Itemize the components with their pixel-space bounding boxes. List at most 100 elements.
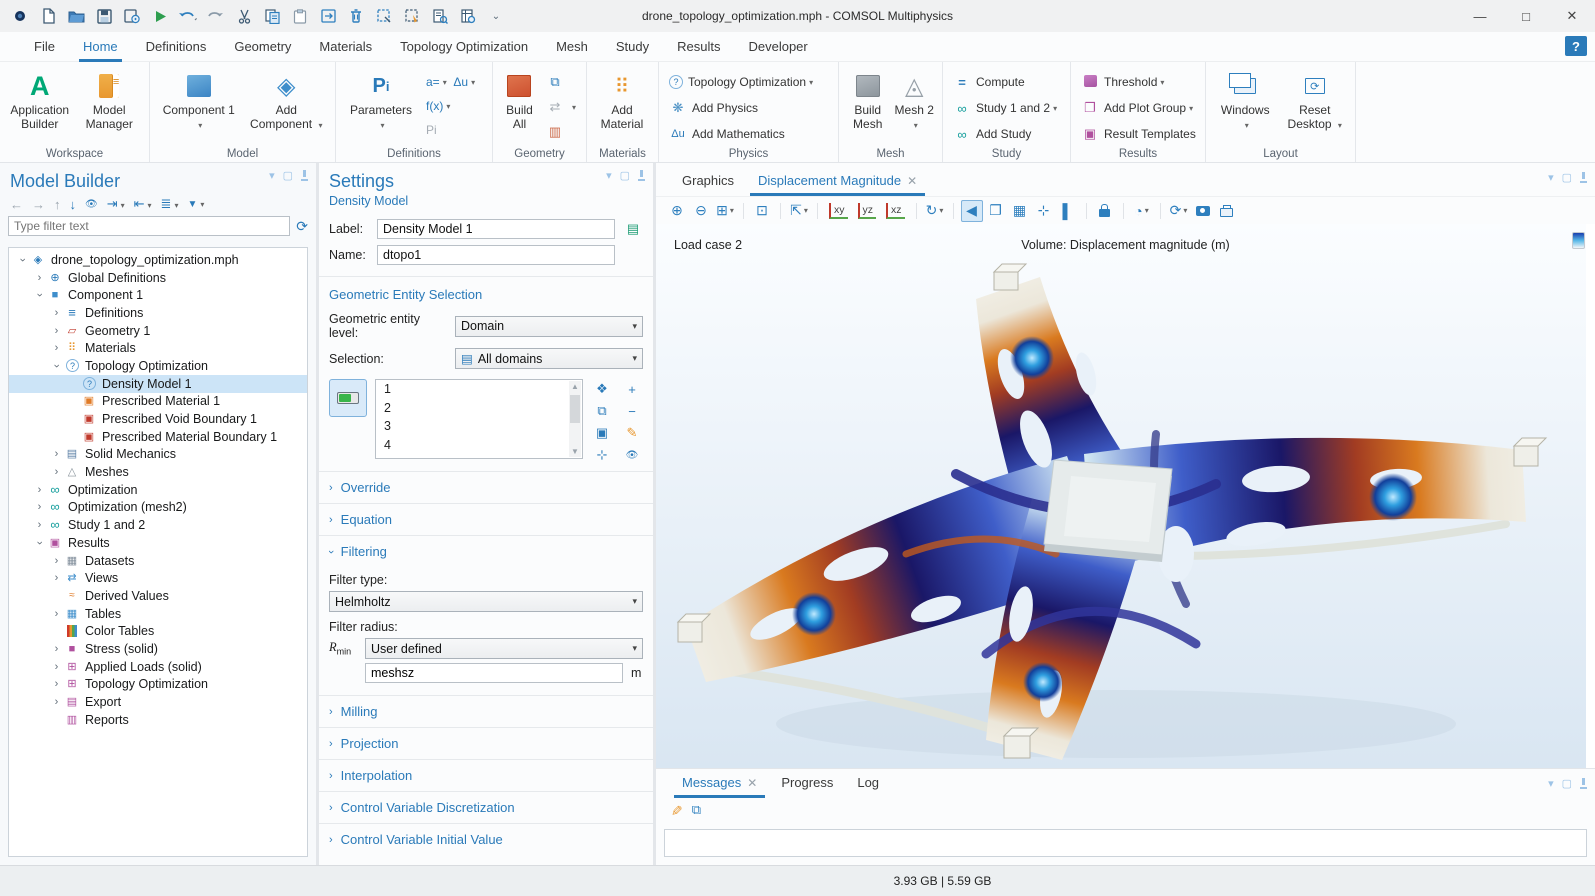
help-button[interactable]: ? [1565,36,1587,56]
paste-selection-button[interactable]: ▣ [591,423,613,443]
section-projection[interactable]: ›Projection [319,727,653,759]
tree-item[interactable]: ›?Topology Optimization [9,357,307,375]
snapshot-button[interactable] [1192,200,1214,222]
zoom-out-button[interactable]: ⊖ [690,200,712,222]
view-xz-button[interactable]: xz [882,200,909,222]
physics-interface-button[interactable]: ?Topology Optimization▾ [665,70,817,94]
active-selection-toggle[interactable] [329,379,367,417]
insert-sequence-button[interactable]: ⧉ [542,70,580,94]
maximize-button[interactable]: □ [1503,0,1549,32]
section-interpolation[interactable]: ›Interpolation [319,759,653,791]
redo-button[interactable] [204,4,228,28]
panel-menu-icon[interactable]: ▾ [1548,171,1554,184]
panel-menu-icon[interactable]: ▾ [269,169,275,182]
tree-item[interactable]: ›⊞Topology Optimization [9,676,307,694]
zoom-in-button[interactable]: ⊕ [666,200,688,222]
expand-icon[interactable]: › [49,661,64,673]
paste-button[interactable] [288,4,312,28]
open-file-button[interactable] [64,4,88,28]
update-plot-button[interactable]: ⟳▾ [1168,200,1190,222]
expand-icon[interactable]: › [49,325,64,337]
copy-selection-button[interactable]: ⧉ [591,401,613,421]
result-templates-button[interactable]: ▣Result Templates [1077,122,1200,146]
tree-item[interactable]: ›⠿Materials [9,339,307,357]
model-manager-button[interactable]: Model Manager [76,66,144,132]
run-button[interactable] [148,4,172,28]
toolbar-overflow-button[interactable]: ⌄ [484,4,508,28]
tree-item[interactable]: ›▱Geometry 1 [9,322,307,340]
menu-geometry[interactable]: Geometry [220,32,305,62]
tree-item[interactable]: ›∞Study 1 and 2 [9,516,307,534]
menu-home[interactable]: Home [69,32,132,62]
geometric-entity-selection-header[interactable]: Geometric Entity Selection [319,276,653,308]
update-geometry-button[interactable]: ⇄▾ [542,95,580,119]
add-material-button[interactable]: ⠿ Add Material [593,66,651,132]
tree-item[interactable]: ›▤Export [9,693,307,711]
add-component-button[interactable]: ◈ Add Component ▾ [249,66,323,132]
collapse-icon[interactable]: › [17,252,29,267]
menu-developer[interactable]: Developer [734,32,821,62]
tree-item[interactable]: ▣Prescribed Void Boundary 1 [9,410,307,428]
show-axes-button[interactable]: ⊹ [1033,200,1055,222]
select-box-button[interactable] [372,4,396,28]
messages-output[interactable] [664,829,1587,857]
copy-messages-button[interactable]: ⧉ [692,802,701,818]
model-tree-nodes-button[interactable]: ≣▾ [161,196,179,212]
expand-icon[interactable]: › [49,466,64,478]
wireframe-button[interactable]: ▦ [1009,200,1031,222]
domain-list-item[interactable]: 1 [384,382,568,401]
tab-messages[interactable]: Messages✕ [672,769,767,798]
component-1-button[interactable]: Component 1 ▾ [162,66,236,132]
clear-messages-button[interactable]: ✎ [667,804,684,816]
label-input[interactable] [377,219,615,239]
expand-icon[interactable]: › [32,484,47,496]
remove-from-selection-button[interactable]: − [621,401,643,421]
tree-item[interactable]: ▣Prescribed Material 1 [9,393,307,411]
view-xy-button[interactable]: xy [825,200,852,222]
domain-list-item[interactable]: 2 [384,401,568,420]
close-tab-icon[interactable]: ✕ [907,174,917,188]
tree-item[interactable]: ›▦Tables [9,605,307,623]
tree-item[interactable]: ›▣Results [9,534,307,552]
undo-button[interactable] [176,4,200,28]
build-all-button[interactable]: Build All [499,66,540,132]
zoom-extents-button[interactable]: ⊡ [751,200,773,222]
expand-icon[interactable]: › [32,272,47,284]
threshold-button[interactable]: Threshold▾ [1077,70,1200,94]
pin-icon[interactable] [638,170,645,181]
pin-icon[interactable] [1580,172,1587,183]
graphics-canvas[interactable]: Load case 2 Volume: Displacement magnitu… [656,224,1595,768]
save-as-button[interactable] [120,4,144,28]
section-control-variable-discretization[interactable]: ›Control Variable Discretization [319,791,653,823]
tree-item[interactable]: ›■Stress (solid) [9,640,307,658]
zoom-to-selection-button[interactable]: ⊹ [591,445,613,465]
expand-icon[interactable]: › [49,448,64,460]
menu-results[interactable]: Results [663,32,734,62]
remove-details-button[interactable]: ▥ [542,120,580,144]
view-yz-button[interactable]: yz [854,200,881,222]
back-button[interactable]: ← [10,197,23,212]
forward-button[interactable]: → [32,197,45,212]
tab-graphics[interactable]: Graphics [672,167,744,196]
tree-item[interactable]: ›⇄Views [9,569,307,587]
menu-topology-optimization[interactable]: Topology Optimization [386,32,542,62]
pin-icon[interactable] [1580,778,1587,789]
float-panel-icon[interactable]: ▢ [1562,171,1572,184]
duplicate-button[interactable] [316,4,340,28]
expand-all-button[interactable]: ⇤▾ [134,196,152,212]
pin-icon[interactable] [301,170,308,181]
tree-item[interactable]: Color Tables [9,622,307,640]
visibility-button[interactable]: 👁 [621,445,643,465]
preview-table-button[interactable] [456,4,480,28]
menu-mesh[interactable]: Mesh [542,32,602,62]
clear-selection-button[interactable]: ✎ [621,423,643,443]
section-equation[interactable]: ›Equation [319,503,653,535]
entity-level-dropdown[interactable]: Domain▾ [455,316,643,337]
study-1-and-2-button[interactable]: ∞Study 1 and 2▾ [949,96,1061,120]
tree-item[interactable]: ›▦Datasets [9,552,307,570]
add-plot-group-button[interactable]: ❐Add Plot Group▾ [1077,96,1200,120]
tree-item[interactable]: ›◈drone_topology_optimization.mph [9,251,307,269]
expand-icon[interactable]: › [49,555,64,567]
add-mathematics-button[interactable]: ΔuAdd Mathematics [665,122,817,146]
float-panel-icon[interactable]: ▢ [1562,777,1572,790]
